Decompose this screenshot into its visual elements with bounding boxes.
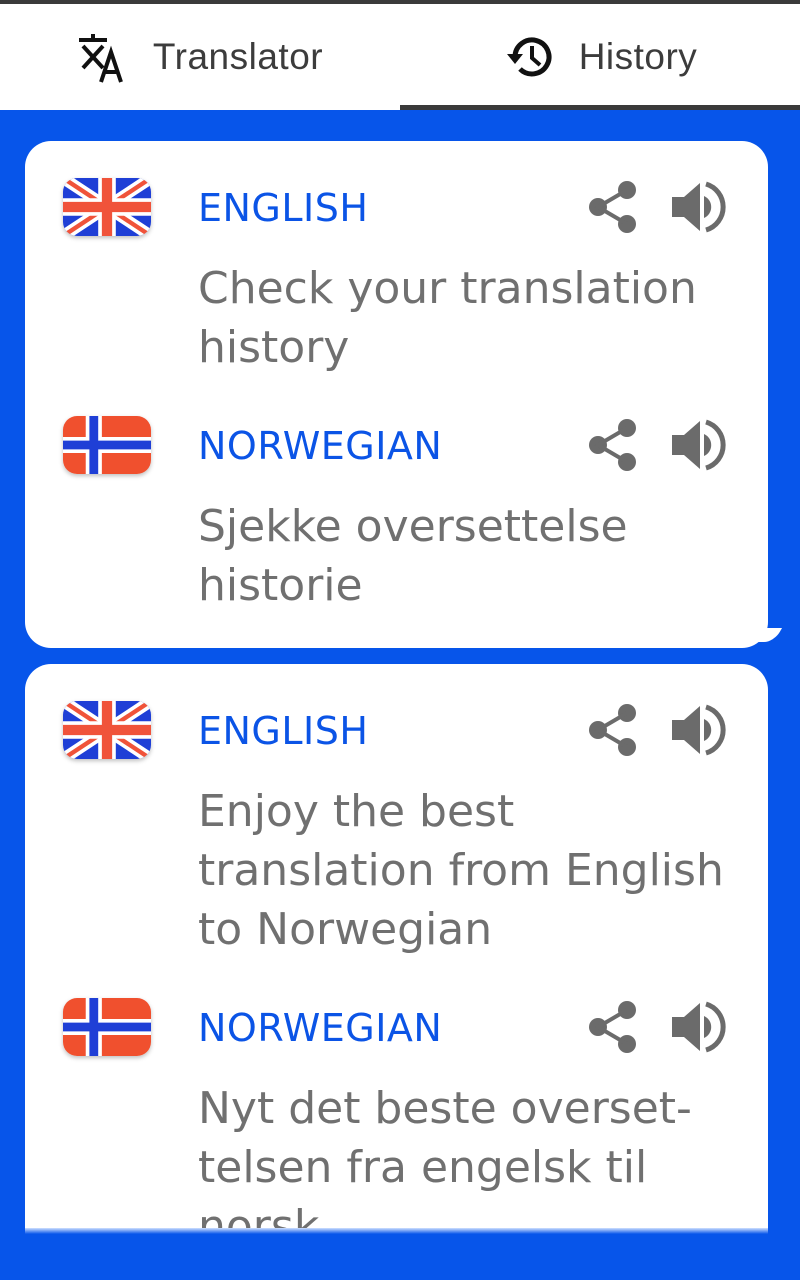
source-language: ENGLISH: [198, 709, 369, 753]
share-icon[interactable]: [585, 702, 641, 758]
history-icon: [503, 30, 557, 84]
bubble-tail: [751, 628, 783, 642]
history-list[interactable]: ENGLISH Check your translation history N…: [0, 110, 800, 1230]
share-icon[interactable]: [585, 417, 641, 473]
tab-translator-label: Translator: [152, 36, 324, 77]
tab-history[interactable]: History: [400, 4, 800, 110]
norway-flag-icon: [63, 416, 151, 474]
uk-flag-icon: [63, 701, 151, 759]
norway-flag-icon: [63, 998, 151, 1056]
target-text: Sjekke oversettelse historie: [198, 501, 628, 611]
source-text: Enjoy the best translation from English …: [198, 786, 724, 955]
target-language: NORWEGIAN: [198, 424, 443, 468]
speaker-icon[interactable]: [670, 999, 730, 1055]
tab-bar: Translator History: [0, 4, 800, 110]
speaker-icon[interactable]: [670, 417, 730, 473]
scroll-edge-fade: [25, 1228, 768, 1234]
translate-icon: [77, 30, 131, 84]
target-text: Nyt det beste overset-telsen fra engelsk…: [198, 1083, 692, 1230]
tab-translator[interactable]: Translator: [0, 4, 400, 110]
target-language: NORWEGIAN: [198, 1006, 443, 1050]
history-card: ENGLISH Check your translation history N…: [25, 141, 783, 648]
speaker-icon[interactable]: [670, 179, 730, 235]
share-icon[interactable]: [585, 999, 641, 1055]
source-text: Check your translation history: [198, 263, 697, 373]
speaker-icon[interactable]: [670, 702, 730, 758]
uk-flag-icon: [63, 178, 151, 236]
tab-history-label: History: [578, 36, 698, 77]
source-language: ENGLISH: [198, 186, 369, 230]
share-icon[interactable]: [585, 179, 641, 235]
history-card: ENGLISH Enjoy the best translation from …: [25, 664, 768, 1230]
